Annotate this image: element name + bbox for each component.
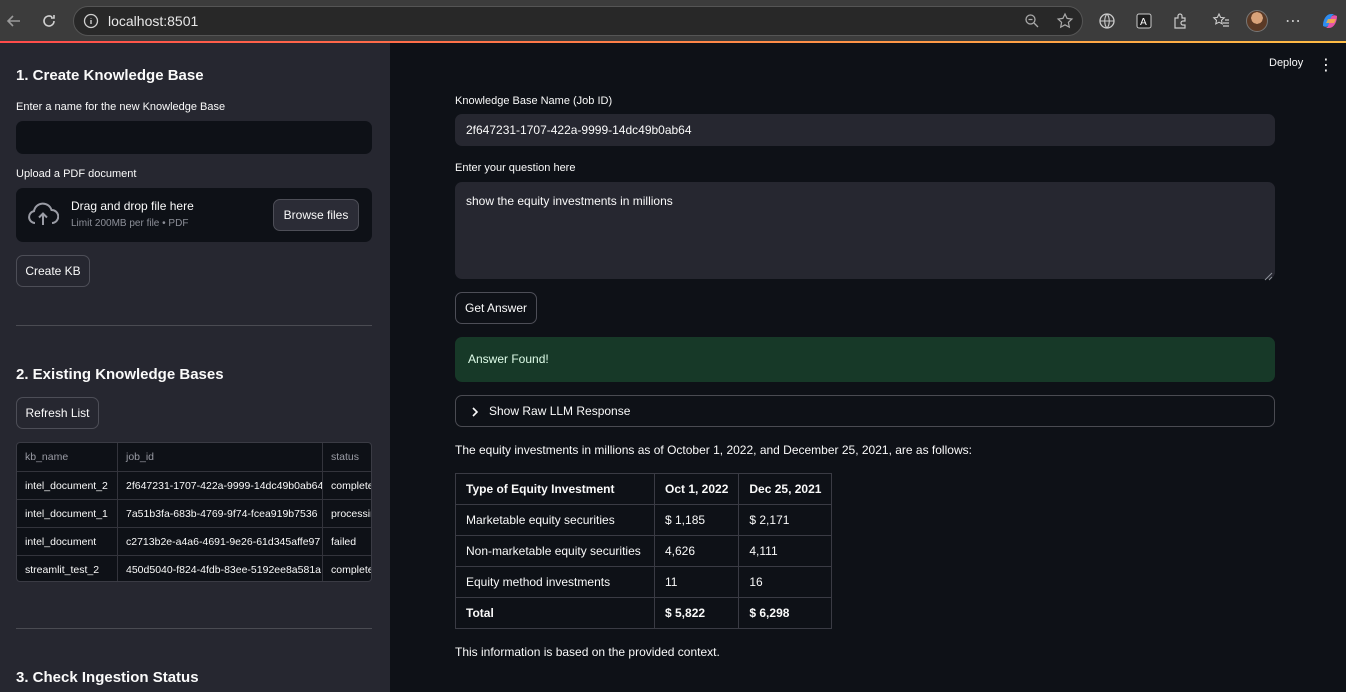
profile-avatar[interactable] [1246,10,1268,32]
back-icon[interactable] [3,10,25,32]
deploy-button[interactable]: Deploy [1269,57,1303,69]
cell-kb-name: intel_document_1 [17,500,118,528]
favorites-icon[interactable] [1210,10,1232,32]
header-kb-name[interactable]: kb_name [17,443,118,471]
cell-kb-name: intel_document_2 [17,472,118,500]
success-message: Answer Found! [468,352,549,366]
equity-table: Type of Equity Investment Oct 1, 2022 De… [455,473,833,629]
divider [16,325,372,326]
answer-outro: This information is based on the provide… [455,645,720,659]
svg-text:A: A [1140,17,1147,28]
header-type: Type of Equity Investment [455,473,655,505]
cell-oct-2022: 11 [653,566,740,598]
kb-name-label: Enter a name for the new Knowledge Base [16,101,226,113]
kb-job-id-label: Knowledge Base Name (Job ID) [455,95,613,107]
cell-status: processing [331,508,371,520]
kb-name-input[interactable] [16,121,372,154]
cell-oct-2022: $ 1,185 [653,504,740,536]
zoom-icon[interactable] [1024,13,1040,34]
header-oct-2022: Oct 1, 2022 [653,473,740,505]
refresh-list-button[interactable]: Refresh List [16,397,99,429]
success-alert: Answer Found! [455,337,1275,382]
upload-instructions: Drag and drop file here [71,199,194,213]
cell-total-oct-2022: $ 5,822 [653,597,740,629]
question-label: Enter your question here [455,162,576,174]
chevron-right-icon [470,405,480,423]
globe-icon[interactable] [1096,10,1118,32]
cell-dec-2021: 16 [738,566,833,598]
get-answer-button[interactable]: Get Answer [455,292,537,324]
kb-job-id-input[interactable]: 2f647231-1707-422a-9999-14dc49b0ab64 [455,114,1275,146]
address-bar[interactable]: localhost:8501 [73,6,1083,36]
question-textarea[interactable]: show the equity investments in millions [455,182,1275,279]
table-row: Non-marketable equity securities 4,626 4… [455,535,833,567]
browser-toolbar: localhost:8501 A ⋯ [0,0,1346,42]
create-kb-button[interactable]: Create KB [16,255,90,287]
extensions-icon[interactable] [1169,10,1191,32]
file-dropzone[interactable]: Drag and drop file here Limit 200MB per … [16,188,372,242]
cell-oct-2022: 4,626 [653,535,740,567]
browse-files-button[interactable]: Browse files [273,199,359,231]
section1-title: 1. Create Knowledge Base [16,67,204,84]
site-info-icon[interactable] [83,13,99,34]
cell-job-id: 2f647231-1707-422a-9999-14dc49b0ab64 [118,472,323,500]
cell-type: Non-marketable equity securities [455,535,655,567]
translate-icon[interactable]: A [1133,10,1155,32]
header-job-id[interactable]: job_id [118,443,323,471]
kb-table[interactable]: kb_name job_id status intel_document_2 2… [16,442,372,582]
cell-type: Marketable equity securities [455,504,655,536]
url-text: localhost:8501 [108,13,199,29]
table-row[interactable]: intel_document c2713b2e-a4a6-4691-9e26-6… [17,527,371,556]
table-header-row: kb_name job_id status [17,443,371,471]
cell-job-id: 7a51b3fa-683b-4769-9f74-fcea919b7536 [118,500,323,528]
resize-handle-icon[interactable] [1264,268,1273,286]
header-dec-2021: Dec 25, 2021 [738,473,833,505]
table-total-row: Total $ 5,822 $ 6,298 [455,597,833,629]
more-icon[interactable]: ⋯ [1282,10,1304,32]
upload-limit: Limit 200MB per file • PDF [71,218,189,229]
cell-kb-name: streamlit_test_2 [17,556,118,581]
cell-job-id: c2713b2e-a4a6-4691-9e26-61d345affe97 [118,528,323,556]
divider [16,628,372,629]
table-row: Equity method investments 11 16 [455,566,833,598]
table-row[interactable]: intel_document_1 7a51b3fa-683b-4769-9f74… [17,499,371,528]
table-row: Marketable equity securities $ 1,185 $ 2… [455,504,833,536]
table-row[interactable]: intel_document_2 2f647231-1707-422a-9999… [17,471,371,500]
favorite-star-icon[interactable] [1056,12,1074,35]
cell-type: Equity method investments [455,566,655,598]
section2-title: 2. Existing Knowledge Bases [16,366,224,383]
cloud-upload-icon [27,202,60,233]
cell-status: completed [331,564,371,576]
upload-label: Upload a PDF document [16,168,137,180]
cell-total-label: Total [455,597,655,629]
table-row[interactable]: streamlit_test_2 450d5040-f824-4fdb-83ee… [17,555,371,581]
header-status[interactable]: status [323,443,371,471]
sidebar: 1. Create Knowledge Base Enter a name fo… [0,43,390,692]
cell-status: failed [331,536,357,548]
reload-icon[interactable] [38,10,60,32]
cell-job-id: 450d5040-f824-4fdb-83ee-5192ee8a581a [118,556,323,581]
cell-total-dec-2021: $ 6,298 [738,597,833,629]
main-menu-icon[interactable]: ⋮ [1318,55,1334,75]
cell-status: completed [331,480,371,492]
table-header-row: Type of Equity Investment Oct 1, 2022 De… [455,473,833,505]
cell-dec-2021: 4,111 [738,535,833,567]
raw-response-expander[interactable]: Show Raw LLM Response [455,395,1275,427]
cell-dec-2021: $ 2,171 [738,504,833,536]
cell-kb-name: intel_document [17,528,118,556]
section3-title: 3. Check Ingestion Status [16,669,199,686]
expander-label: Show Raw LLM Response [489,404,631,418]
copilot-icon[interactable] [1319,10,1341,32]
answer-intro: The equity investments in millions as of… [455,443,972,457]
